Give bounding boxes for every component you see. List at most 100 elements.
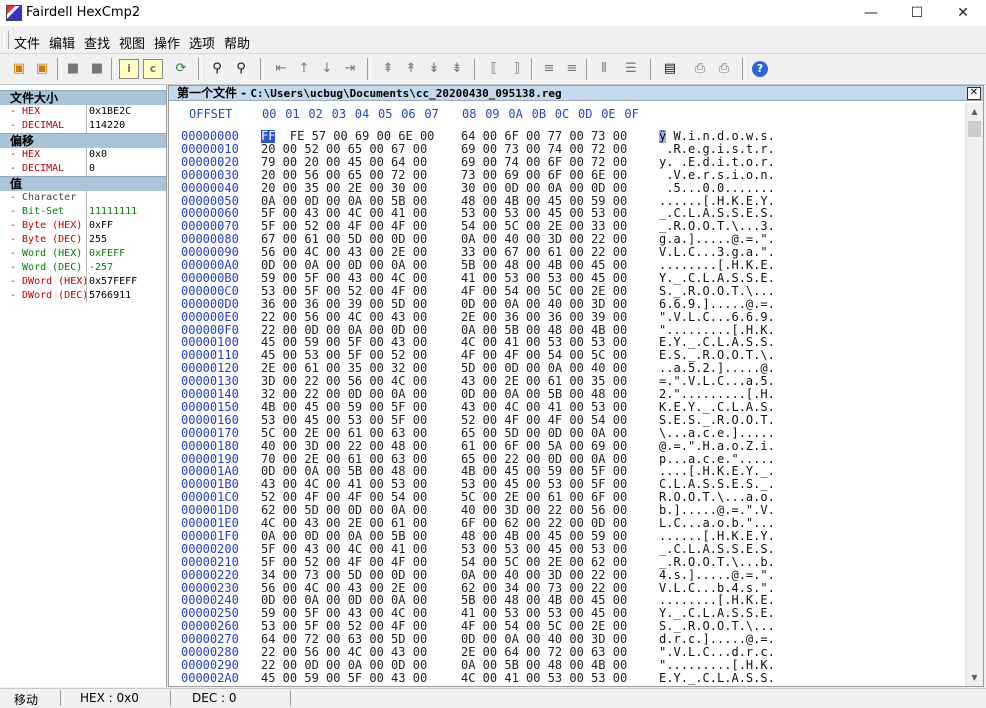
hex-bytes-right[interactable]: 48 00 4B 00 45 00 59 00: [461, 529, 627, 543]
hex-row[interactable]: 00000040 20 00 35 00 2E 00 30 00 30 00 0D …: [169, 181, 965, 195]
hex-bytes-right[interactable]: 0A 00 40 00 3D 00 22 00: [461, 568, 627, 582]
ascii-text[interactable]: _.R.O.O.T.\...b.: [659, 555, 775, 569]
first-diff-icon[interactable]: ⇤: [270, 58, 292, 80]
hex-row[interactable]: 000000B0 59 00 5F 00 43 00 4C 00 41 00 53 …: [169, 271, 965, 285]
hex-bytes-right[interactable]: 4F 00 54 00 5C 00 2E 00: [461, 284, 627, 298]
ascii-text[interactable]: 4.s.].....@.=.".: [659, 568, 775, 582]
hex-bytes-right[interactable]: 0A 00 5B 00 48 00 4B 00: [461, 658, 627, 672]
hex-bytes-right[interactable]: 65 00 5D 00 0D 00 0A 00: [461, 426, 627, 440]
menu-edit[interactable]: 编辑: [49, 33, 75, 52]
hex-bytes-left[interactable]: 4B 00 45 00 59 00 5F 00: [261, 400, 427, 414]
hex-row[interactable]: 000000E0 22 00 56 00 4C 00 43 00 2E 00 36 …: [169, 310, 965, 324]
hex-row[interactable]: 00000200 5F 00 43 00 4C 00 41 00 53 00 53 …: [169, 542, 965, 556]
hex-bytes-left[interactable]: 5C 00 2E 00 61 00 63 00: [261, 426, 427, 440]
hex-bytes-left[interactable]: 20 00 56 00 65 00 72 00: [261, 168, 427, 182]
columns-icon[interactable]: ⦀: [593, 58, 615, 80]
hex-row[interactable]: 00000180 40 00 3D 00 22 00 48 00 61 00 6F …: [169, 439, 965, 453]
hex-bytes-left[interactable]: 22 00 56 00 4C 00 43 00: [261, 310, 427, 324]
hex-bytes-right[interactable]: 61 00 6F 00 5A 00 69 00: [461, 439, 627, 453]
hex-bytes-left[interactable]: 5F 00 43 00 4C 00 41 00: [261, 542, 427, 556]
first-block-icon[interactable]: ⇞: [377, 58, 399, 80]
hex-bytes-right[interactable]: 69 00 74 00 6F 00 72 00: [461, 155, 627, 169]
hex-row[interactable]: 00000170 5C 00 2E 00 61 00 63 00 65 00 5D …: [169, 426, 965, 440]
ascii-text[interactable]: .R.e.g.i.s.t.r.: [659, 142, 775, 156]
hex-bytes-right[interactable]: 43 00 4C 00 41 00 53 00: [461, 400, 627, 414]
menu-options[interactable]: 选项: [189, 33, 215, 52]
info-icon[interactable]: i: [119, 59, 139, 79]
hex-bytes-left[interactable]: 0A 00 0D 00 0A 00 5B 00: [261, 529, 427, 543]
menu-find[interactable]: 查找: [84, 33, 110, 52]
prev-diff-icon[interactable]: ↑: [293, 58, 315, 80]
ascii-text[interactable]: y. .E.d.i.t.o.r.: [659, 155, 775, 169]
ascii-text[interactable]: K.E.Y._.C.L.A.S.: [659, 400, 775, 414]
hex-row[interactable]: 00000290 22 00 0D 00 0A 00 0D 00 0A 00 5B …: [169, 658, 965, 672]
hex-bytes-right[interactable]: 69 00 73 00 74 00 72 00: [461, 142, 627, 156]
hex-row[interactable]: 00000020 79 00 20 00 45 00 64 00 69 00 74 …: [169, 155, 965, 169]
ascii-text[interactable]: S._.R.O.O.T.\...: [659, 284, 775, 298]
ascii-text[interactable]: \...a.c.e.].....: [659, 426, 775, 440]
report-icon[interactable]: ▤: [659, 58, 681, 80]
ascii-text[interactable]: ......[.H.K.E.Y.: [659, 529, 775, 543]
ascii-text[interactable]: 6.6.9.].....@.=.: [659, 297, 775, 311]
refresh-icon[interactable]: ⟳: [170, 58, 192, 80]
help-icon[interactable]: ?: [749, 58, 771, 80]
hex-row[interactable]: 00000220 34 00 73 00 5D 00 0D 00 0A 00 40 …: [169, 568, 965, 582]
print-icon[interactable]: ⎙: [689, 58, 711, 80]
ascii-text[interactable]: Y._.C.L.A.S.S.E.: [659, 271, 775, 285]
next-diff-icon[interactable]: ↓: [316, 58, 338, 80]
hex-row[interactable]: 00000030 20 00 56 00 65 00 72 00 73 00 69 …: [169, 168, 965, 182]
stop-all-icon[interactable]: ■: [86, 58, 108, 80]
hex-bytes-left[interactable]: 53 00 45 00 53 00 5F 00: [261, 413, 427, 427]
next-block-icon[interactable]: ↡: [423, 58, 445, 80]
hex-row[interactable]: 000000C0 53 00 5F 00 52 00 4F 00 4F 00 54 …: [169, 284, 965, 298]
ascii-text[interactable]: .V.e.r.s.i.o.n.: [659, 168, 775, 182]
scroll-down-icon[interactable]: ▼: [966, 669, 983, 686]
hex-row[interactable]: 00000150 4B 00 45 00 59 00 5F 00 43 00 4C …: [169, 400, 965, 414]
compare-icon[interactable]: c: [143, 59, 163, 79]
menu-file[interactable]: 文件: [14, 33, 40, 52]
menu-operate[interactable]: 操作: [154, 33, 180, 52]
open-file-2-icon[interactable]: ▣: [31, 58, 53, 80]
find-icon[interactable]: ⚲: [206, 58, 228, 80]
close-file-icon[interactable]: ✕: [967, 87, 981, 100]
hex-bytes-left[interactable]: 36 00 36 00 39 00 5D 00: [261, 297, 427, 311]
hex-row[interactable]: 000002A0 45 00 59 00 5F 00 43 00 4C 00 41 …: [169, 671, 965, 685]
hex-bytes-left[interactable]: 34 00 73 00 5D 00 0D 00: [261, 568, 427, 582]
hex-bytes-right[interactable]: 4C 00 41 00 53 00 53 00: [461, 671, 627, 685]
rows-icon[interactable]: ☰: [620, 58, 642, 80]
hex-bytes-right[interactable]: 0D 00 0A 00 40 00 3D 00: [461, 297, 627, 311]
minimize-button[interactable]: —: [848, 0, 894, 26]
ascii-text[interactable]: _.C.L.A.S.S.E.S.: [659, 542, 775, 556]
hex-row[interactable]: 00000210 5F 00 52 00 4F 00 4F 00 54 00 5C …: [169, 555, 965, 569]
hex-view[interactable]: 第一个文件 - C:\Users\ucbug\Documents\cc_2020…: [168, 85, 984, 687]
ascii-text[interactable]: @.=.".H.a.o.Z.i.: [659, 439, 775, 453]
scroll-up-icon[interactable]: ▲: [966, 103, 983, 120]
open-file-1-icon[interactable]: ▣: [8, 58, 30, 80]
prev-block-icon[interactable]: ↟: [400, 58, 422, 80]
hex-bytes-right[interactable]: 2E 00 36 00 36 00 39 00: [461, 310, 627, 324]
ascii-text[interactable]: .5...0.0.......: [659, 181, 775, 195]
hex-bytes-left[interactable]: 59 00 5F 00 43 00 4C 00: [261, 271, 427, 285]
scroll-thumb[interactable]: [968, 121, 981, 137]
stop-icon[interactable]: ■: [62, 58, 84, 80]
hex-bytes-left[interactable]: 79 00 20 00 45 00 64 00: [261, 155, 427, 169]
hex-bytes-left[interactable]: 45 00 59 00 5F 00 43 00: [261, 671, 427, 685]
hex-bytes-right[interactable]: 52 00 4F 00 4F 00 54 00: [461, 413, 627, 427]
hex-row[interactable]: 00000010 20 00 52 00 65 00 67 00 69 00 73 …: [169, 142, 965, 156]
sync-right-icon[interactable]: ⟧: [506, 58, 528, 80]
align-top-icon[interactable]: ≡: [538, 58, 560, 80]
hex-bytes-left[interactable]: 20 00 35 00 2E 00 30 00: [261, 181, 427, 195]
hex-bytes-left[interactable]: 20 00 52 00 65 00 67 00: [261, 142, 427, 156]
ascii-text[interactable]: S.E.S._.R.O.O.T.: [659, 413, 775, 427]
hex-bytes-right[interactable]: 41 00 53 00 53 00 45 00: [461, 271, 627, 285]
hex-row[interactable]: 00000160 53 00 45 00 53 00 5F 00 52 00 4F …: [169, 413, 965, 427]
ascii-text[interactable]: E.Y._.C.L.A.S.S.: [659, 671, 775, 685]
hex-bytes-right[interactable]: 54 00 5C 00 2E 00 62 00: [461, 555, 627, 569]
hex-row[interactable]: 000000D0 36 00 36 00 39 00 5D 00 0D 00 0A …: [169, 297, 965, 311]
ascii-text[interactable]: ".........[.H.K.: [659, 658, 775, 672]
vertical-scrollbar[interactable]: ▲ ▼: [965, 103, 983, 686]
last-block-icon[interactable]: ⇟: [446, 58, 468, 80]
menu-view[interactable]: 视图: [119, 33, 145, 52]
menu-help[interactable]: 帮助: [224, 33, 250, 52]
align-bottom-icon[interactable]: ≡: [561, 58, 583, 80]
